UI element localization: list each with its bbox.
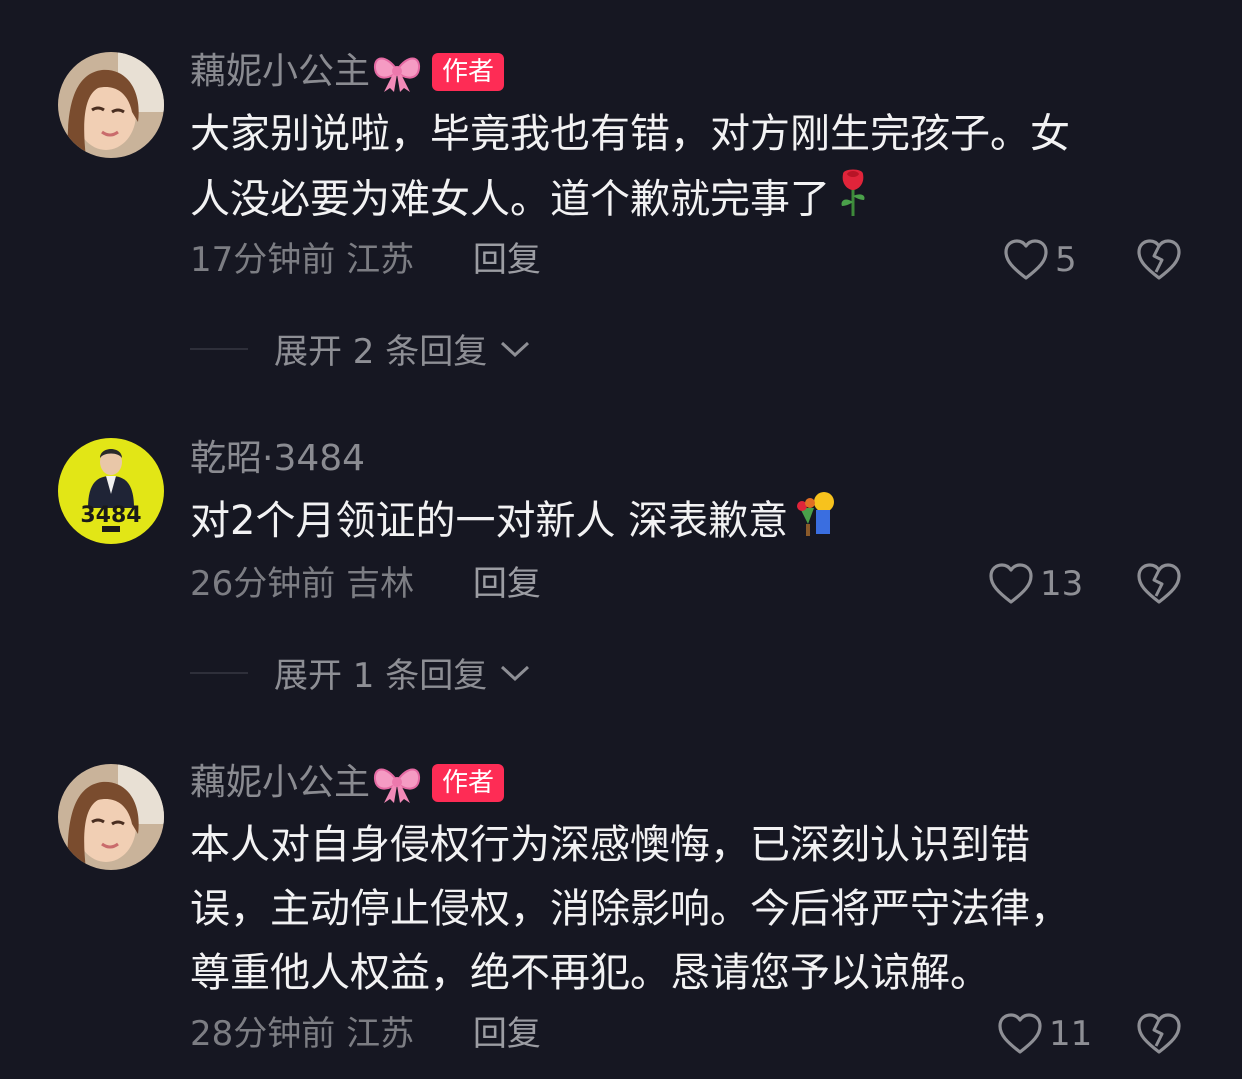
comment-location: 江苏: [346, 1014, 415, 1054]
author-badge: 作者: [432, 53, 505, 91]
rose-icon: [836, 166, 870, 237]
comment-text: 对2个月领证的一对新人 深表歉意: [190, 489, 1180, 557]
username[interactable]: 藕妮小公主: [190, 761, 370, 805]
chevron-down-icon: [501, 341, 530, 357]
heart-outline-icon: [1004, 239, 1048, 280]
heart-outline-icon: [998, 1013, 1042, 1054]
expand-replies-label: 展开 1 条回复: [274, 656, 488, 696]
expand-replies[interactable]: 展开 1 条回复: [190, 648, 531, 697]
like-count: 13: [1040, 564, 1084, 604]
comment-time: 28分钟前: [190, 1014, 336, 1054]
comment-text-line: 对2个月领证的一对新人 深表歉意: [190, 498, 789, 544]
comment-list: 藕妮小公主 作者 大家别说啦，毕竟我也有错，对方刚生完孩子。女 人没必要为难女人…: [0, 0, 1242, 1079]
like-button[interactable]: 11: [997, 1012, 1092, 1056]
comment-text-line: 人没必要为难女人。道个歉就完事了: [190, 176, 830, 223]
bow-icon: [372, 761, 422, 805]
dislike-button[interactable]: [1136, 562, 1182, 610]
username[interactable]: 乾昭·3484: [190, 437, 365, 481]
avatar[interactable]: 3484: [58, 438, 164, 544]
like-button[interactable]: 5: [1003, 238, 1077, 282]
broken-heart-icon: [1137, 563, 1181, 604]
comment-text: 大家别说啦，毕竟我也有错，对方刚生完孩子。女 人没必要为难女人。道个歉就完事了: [190, 102, 1180, 237]
broken-heart-icon: [1137, 1013, 1181, 1054]
dislike-button[interactable]: [1136, 238, 1182, 286]
reply-button[interactable]: 回复: [473, 564, 541, 604]
comment-text-line: 尊重他人权益，绝不再犯。恳请您予以谅解。: [190, 950, 990, 996]
divider: [190, 347, 248, 350]
expand-replies-label: 展开 2 条回复: [274, 332, 488, 372]
like-button[interactable]: 13: [988, 562, 1083, 606]
comment-meta: 28分钟前 江苏 回复: [190, 1012, 541, 1056]
comment-time: 26分钟前: [190, 564, 336, 604]
like-count: 11: [1049, 1014, 1093, 1054]
bow-icon: [372, 50, 422, 94]
username-row: 藕妮小公主 作者: [190, 761, 505, 805]
author-badge: 作者: [432, 764, 505, 802]
avatar[interactable]: [58, 764, 164, 870]
bouquet-person-icon: [794, 490, 838, 557]
reply-button[interactable]: 回复: [473, 1014, 541, 1054]
comment-location: 江苏: [346, 240, 415, 280]
comment-text-line: 误，主动停止侵权，消除影响。今后将严守法律，: [190, 886, 1070, 932]
like-count: 5: [1055, 240, 1077, 280]
heart-outline-icon: [989, 563, 1033, 604]
divider: [190, 671, 248, 674]
avatar[interactable]: [58, 52, 164, 158]
reply-button[interactable]: 回复: [473, 240, 541, 280]
username[interactable]: 藕妮小公主: [190, 50, 370, 94]
comment-text: 本人对自身侵权行为深感懊悔，已深刻认识到错 误，主动停止侵权，消除影响。今后将严…: [190, 813, 1180, 1005]
comment-time: 17分钟前: [190, 240, 336, 280]
avatar-label: 3484: [80, 503, 141, 528]
comment-text-line: 大家别说啦，毕竟我也有错，对方刚生完孩子。女: [190, 111, 1070, 157]
expand-replies[interactable]: 展开 2 条回复: [190, 324, 531, 373]
comment-text-line: 本人对自身侵权行为深感懊悔，已深刻认识到错: [190, 822, 1030, 868]
dislike-button[interactable]: [1136, 1012, 1182, 1060]
broken-heart-icon: [1137, 239, 1181, 280]
username-row: 乾昭·3484: [190, 437, 365, 481]
username-row: 藕妮小公主 作者: [190, 50, 505, 94]
comment-meta: 26分钟前 吉林 回复: [190, 562, 541, 606]
comment-location: 吉林: [346, 564, 415, 604]
chevron-down-icon: [501, 665, 530, 681]
comment-meta: 17分钟前 江苏 回复: [190, 238, 541, 282]
